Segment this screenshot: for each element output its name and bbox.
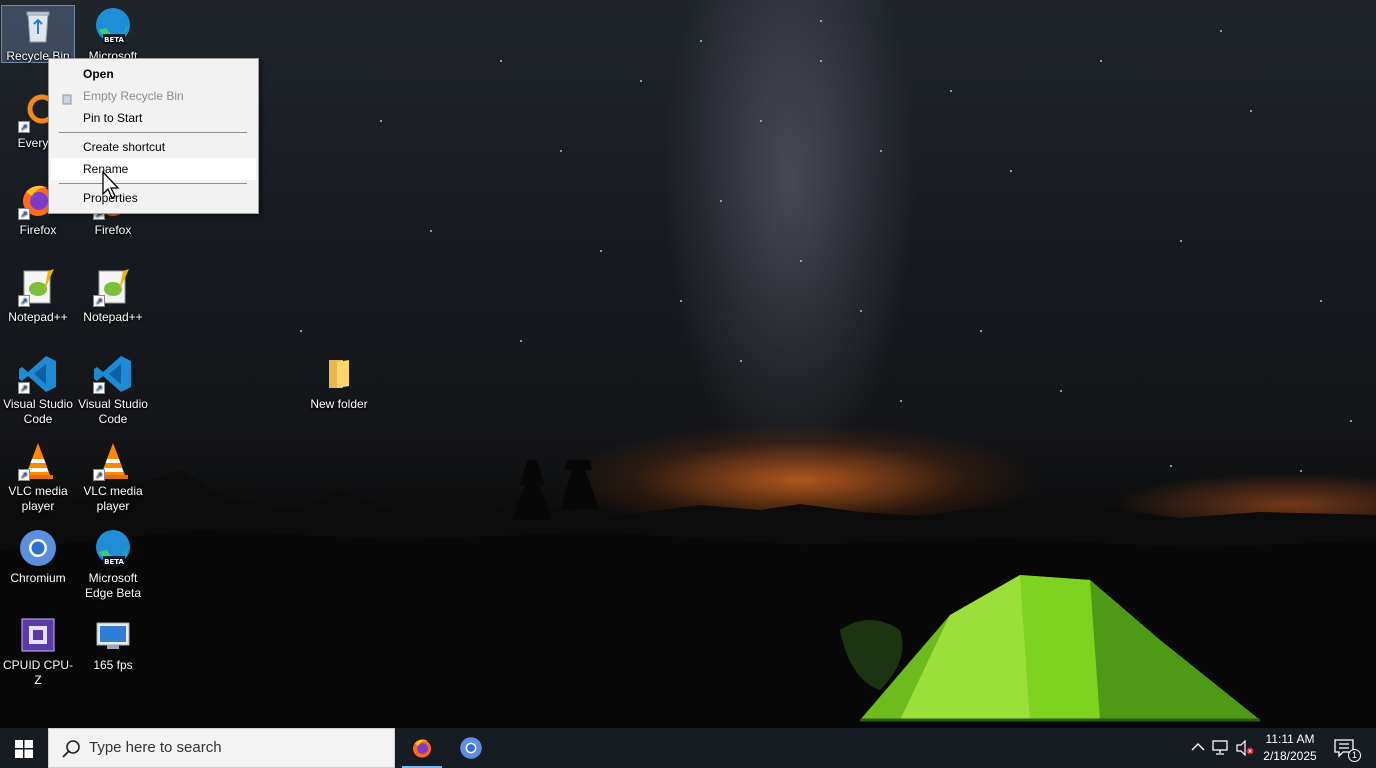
desktop-icon-notepadpp[interactable]: ↗ Notepad++ [1,267,75,325]
tray-volume-button[interactable] [1234,728,1256,768]
firefox-icon [413,739,431,758]
tray-overflow-button[interactable] [1188,728,1208,768]
shortcut-arrow-icon: ↗ [18,208,30,220]
taskbar-app-firefox[interactable] [399,728,445,768]
desktop-icon-notepadpp[interactable]: ↗ Notepad++ [76,267,150,325]
desktop-icon-edge-beta[interactable]: BETA Microsoft Edge Beta [76,528,150,601]
desktop-icon-label: Firefox [19,223,57,237]
desktop-icon-chromium[interactable]: Chromium [1,528,75,586]
desktop-icon-label: 165 fps [93,658,133,672]
chromium-icon [460,737,482,759]
volume-muted-icon [1236,740,1254,756]
shortcut-arrow-icon: ↗ [93,295,105,307]
desktop-icon-label: Microsoft Edge Beta [84,571,142,600]
notification-count-badge: 1 [1348,749,1361,762]
shortcut-arrow-icon: ↗ [18,121,30,133]
shortcut-arrow-icon: ↗ [93,469,105,481]
menu-item-rename[interactable]: Rename [51,158,256,180]
desktop-icon-label: Notepad++ [8,310,68,324]
desktop-icon-vscode[interactable]: ↗ Visual Studio Code [1,354,75,427]
windows-logo-icon [15,740,33,758]
clock-date: 2/18/2025 [1263,749,1317,763]
notepadpp-icon: ↗ [18,267,58,307]
menu-item-label: Open [83,67,114,81]
desktop-icon-recycle-bin[interactable]: Recycle Bin [1,5,75,63]
taskbar-app-chromium[interactable] [448,728,494,768]
search-icon [62,740,80,758]
shortcut-arrow-icon: ↗ [18,469,30,481]
menu-item-pin-to-start[interactable]: Pin to Start [51,107,256,129]
menu-item-properties[interactable]: Properties [51,187,256,209]
menu-separator [59,183,247,184]
tent-illustration [840,575,1260,722]
desktop-icon-165-fps[interactable]: 165 fps [76,615,150,673]
desktop-icon-label: Visual Studio Code [3,397,73,426]
network-icon [1212,740,1228,755]
desktop-icon-label: Chromium [10,571,66,585]
mouse-cursor-icon [102,170,120,199]
chromium-icon [18,528,58,568]
menu-item-label: Empty Recycle Bin [83,89,184,103]
menu-separator [59,132,247,133]
display-settings-icon [93,615,133,655]
desktop-icon-vlc[interactable]: ↗ VLC media player [1,441,75,514]
menu-item-label: Pin to Start [83,111,143,125]
menu-item-create-shortcut[interactable]: Create shortcut [51,136,256,158]
menu-item-open[interactable]: Open [51,63,256,85]
start-button[interactable] [0,728,48,768]
cpuz-icon [18,615,58,655]
desktop-icon-label: CPUID CPU-Z [2,658,73,687]
shortcut-arrow-icon: ↗ [18,382,30,394]
folder-icon [319,354,359,394]
search-placeholder: Type here to search [89,739,222,756]
svg-text:BETA: BETA [104,558,124,566]
desktop-icon-label: Firefox [94,223,132,237]
menu-item-empty-recycle-bin: Empty Recycle Bin [51,85,256,107]
action-center-button[interactable]: 1 [1328,728,1362,768]
taskbar: Type here to search 11:11 AM 2/18/2025 1 [0,728,1376,768]
desktop-icon-cpuz[interactable]: CPUID CPU-Z [1,615,75,688]
desktop-icon-new-folder[interactable]: New folder [302,354,376,412]
taskbar-search-box[interactable]: Type here to search [48,728,395,768]
vscode-icon: ↗ [18,354,58,394]
edge-beta-icon: BETA [93,6,133,46]
desktop-icon-label: Visual Studio Code [78,397,148,426]
desktop-icon-vlc[interactable]: ↗ VLC media player [76,441,150,514]
context-menu: Open Empty Recycle Bin Pin to Start Crea… [48,58,259,214]
clock-time: 11:11 AM [1265,732,1315,746]
edge-beta-icon: BETA [93,528,133,568]
chevron-up-icon [1191,743,1205,751]
desktop-icon-vscode[interactable]: ↗ Visual Studio Code [76,354,150,427]
shortcut-arrow-icon: ↗ [93,382,105,394]
notepadpp-icon: ↗ [93,267,133,307]
vscode-icon: ↗ [93,354,133,394]
menu-item-label: Create shortcut [83,140,166,154]
desktop-icon-label: VLC media player [83,484,143,513]
vlc-icon: ↗ [93,441,133,481]
desktop-icon-label: Notepad++ [83,310,143,324]
desktop-icon-label: New folder [310,397,368,411]
recycle-bin-icon [18,6,58,46]
tray-network-button[interactable] [1210,728,1232,768]
shortcut-arrow-icon: ↗ [18,295,30,307]
taskbar-clock[interactable]: 11:11 AM 2/18/2025 [1258,731,1322,765]
svg-text:BETA: BETA [104,36,124,44]
desktop-icon-label: VLC media player [8,484,68,513]
vlc-icon: ↗ [18,441,58,481]
desktop-icon-edge-beta[interactable]: BETA Microsoft [76,6,150,64]
